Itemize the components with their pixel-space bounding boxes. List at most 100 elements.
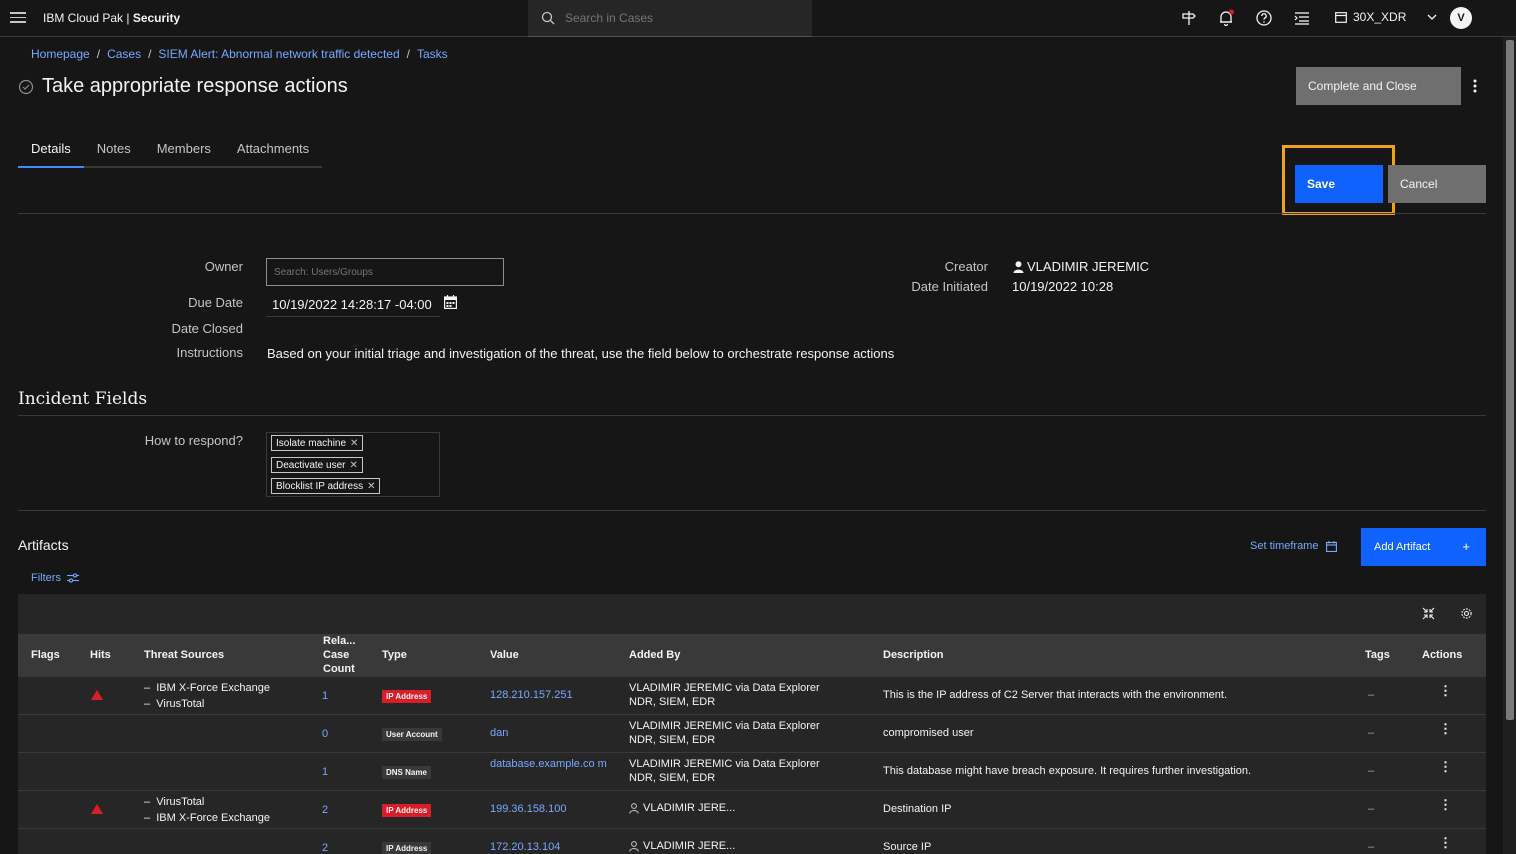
artifact-description: This is the IP address of C2 Server that… — [883, 689, 1228, 701]
tenant-selector[interactable]: 30X_XDR — [1335, 10, 1438, 24]
artifact-value[interactable]: 199.36.158.100 — [490, 803, 566, 815]
breadcrumb-separator: / — [148, 47, 152, 61]
table-header: Flags Hits Threat Sources Rela... Case C… — [18, 634, 1486, 677]
col-related-2: Case — [323, 649, 350, 661]
cancel-button[interactable]: Cancel — [1388, 165, 1486, 203]
table-row[interactable]: 2 IP Address 172.20.13.104 VLADIMIR JERE...… — [18, 829, 1486, 854]
col-related-3: Count — [323, 663, 355, 675]
artifact-tags: – — [1368, 727, 1375, 739]
filters-label: Filters — [31, 572, 61, 584]
row-overflow-menu-icon[interactable]: ⋮ — [1439, 836, 1452, 849]
added-by-name: VLADIMIR JERE... — [643, 840, 736, 852]
settings-gear-icon[interactable] — [1460, 607, 1473, 620]
hamburger-menu-icon[interactable] — [10, 10, 26, 26]
tenant-icon — [1335, 11, 1347, 23]
added-by-line: VLADIMIR JEREMIC via Data Explorer — [629, 682, 820, 694]
overflow-menu-icon[interactable] — [1468, 76, 1482, 96]
user-icon — [1013, 260, 1024, 273]
scrollbar-thumb[interactable] — [1506, 40, 1514, 720]
artifact-value[interactable]: 128.210.157.251 — [490, 689, 573, 701]
row-overflow-menu-icon[interactable]: ⋮ — [1439, 684, 1452, 697]
tab-attachments[interactable]: Attachments — [223, 133, 323, 168]
collapse-icon[interactable] — [1422, 607, 1435, 620]
calendar-icon — [1326, 540, 1338, 552]
artifact-value[interactable]: database.example.co m — [490, 758, 610, 770]
remove-tag-icon[interactable]: ✕ — [367, 481, 375, 492]
tag-chip[interactable]: Isolate machine ✕ — [271, 435, 364, 451]
table-row[interactable]: 1 DNS Name database.example.co m VLADIMIR J… — [18, 753, 1486, 791]
related-case-count[interactable]: 2 — [322, 804, 328, 816]
added-by: VLADIMIR JERE... — [629, 840, 735, 852]
filters-link[interactable]: Filters — [31, 572, 79, 584]
col-actions: Actions — [1422, 649, 1463, 661]
related-case-count[interactable]: 2 — [322, 842, 328, 854]
plus-icon: + — [1462, 539, 1470, 554]
save-button[interactable]: Save — [1295, 165, 1383, 203]
tab-members[interactable]: Members — [143, 133, 224, 168]
how-to-respond-label: How to respond? — [144, 433, 243, 448]
tab-list: Details Notes Members Attachments — [18, 133, 323, 168]
owner-search-input[interactable] — [266, 258, 504, 286]
tab-notes[interactable]: Notes — [83, 133, 144, 168]
col-added-by[interactable]: Added By — [629, 649, 680, 661]
threat-source: – IBM X-Force Exchange — [144, 682, 270, 694]
avatar[interactable]: V — [1450, 7, 1472, 29]
complete-and-close-button[interactable]: Complete and Close — [1296, 67, 1461, 105]
task-status-check-icon[interactable] — [18, 79, 34, 95]
col-threat-sources[interactable]: Threat Sources — [144, 649, 224, 661]
set-timeframe-link[interactable]: Set timeframe — [1250, 540, 1338, 552]
col-tags[interactable]: Tags — [1365, 649, 1390, 661]
type-badge: IP Address — [382, 690, 432, 703]
table-row[interactable]: – IBM X-Force Exchange – VirusTotal 1 IP Ad… — [18, 677, 1486, 715]
col-flags[interactable]: Flags — [31, 649, 60, 661]
row-overflow-menu-icon[interactable]: ⋮ — [1439, 798, 1452, 811]
breadcrumb-case[interactable]: SIEM Alert: Abnormal network traffic det… — [158, 47, 399, 61]
creator-name: VLADIMIR JEREMIC — [1027, 259, 1150, 274]
help-icon[interactable] — [1255, 9, 1273, 27]
list-menu-icon[interactable] — [1293, 9, 1311, 27]
table-toolbar — [18, 594, 1486, 634]
col-hits[interactable]: Hits — [90, 649, 111, 661]
tab-details[interactable]: Details — [18, 133, 84, 168]
app-brand[interactable]: IBM Cloud Pak | Security — [43, 11, 180, 25]
calendar-icon[interactable] — [444, 295, 457, 309]
date-initiated-value: 10/19/2022 10:28 — [1012, 279, 1114, 294]
related-case-count[interactable]: 1 — [322, 690, 328, 702]
search-icon — [541, 11, 555, 25]
signpost-icon[interactable] — [1180, 9, 1198, 27]
artifact-tags: – — [1368, 841, 1375, 853]
date-closed-label: Date Closed — [171, 321, 243, 336]
table-row[interactable]: 0 User Account dan VLADIMIR JEREMIC via Dat… — [18, 715, 1486, 753]
add-artifact-button[interactable]: Add Artifact + — [1361, 528, 1486, 566]
owner-label: Owner — [204, 259, 243, 274]
related-case-count[interactable]: 0 — [322, 728, 328, 740]
remove-tag-icon[interactable]: ✕ — [350, 438, 358, 449]
instructions-value: Based on your initial triage and investi… — [267, 346, 895, 361]
tag-chip[interactable]: Deactivate user ✕ — [271, 457, 363, 473]
search-input[interactable] — [565, 11, 795, 25]
table-row[interactable]: – VirusTotal – IBM X-Force Exchange 2 IP Ad… — [18, 791, 1486, 829]
divider — [18, 213, 1486, 214]
threat-source: – IBM X-Force Exchange — [144, 812, 270, 824]
related-case-count[interactable]: 1 — [322, 766, 328, 778]
breadcrumb-homepage[interactable]: Homepage — [31, 47, 90, 61]
artifact-value[interactable]: dan — [490, 727, 508, 739]
col-value[interactable]: Value — [490, 649, 519, 661]
breadcrumb-cases[interactable]: Cases — [107, 47, 141, 61]
remove-tag-icon[interactable]: ✕ — [349, 460, 357, 471]
col-type[interactable]: Type — [382, 649, 407, 661]
tag-label: Blocklist IP address — [276, 480, 364, 492]
row-overflow-menu-icon[interactable]: ⋮ — [1439, 760, 1452, 773]
due-date-input[interactable] — [266, 293, 440, 317]
artifact-value[interactable]: 172.20.13.104 — [490, 841, 560, 853]
col-related-1[interactable]: Rela... — [323, 635, 355, 647]
tag-chip[interactable]: Blocklist IP address ✕ — [271, 478, 381, 494]
set-timeframe-label: Set timeframe — [1250, 540, 1319, 552]
col-description[interactable]: Description — [883, 649, 944, 661]
row-overflow-menu-icon[interactable]: ⋮ — [1439, 722, 1452, 735]
artifact-description: Destination IP — [883, 803, 952, 815]
breadcrumb-tasks[interactable]: Tasks — [417, 47, 448, 61]
type-badge: IP Address — [382, 804, 432, 817]
notification-bell-icon[interactable] — [1217, 9, 1235, 27]
threat-source: – VirusTotal — [144, 698, 205, 710]
